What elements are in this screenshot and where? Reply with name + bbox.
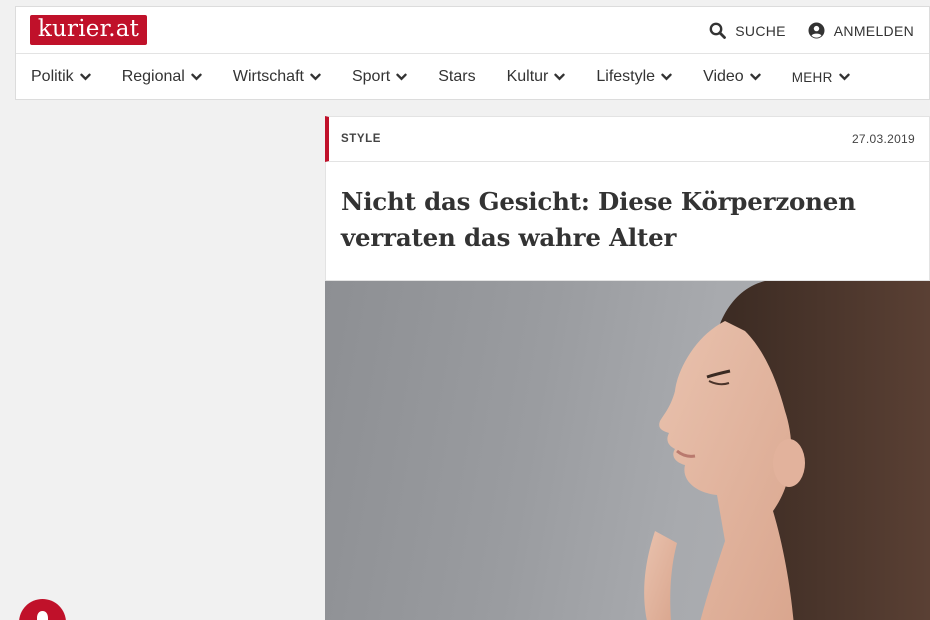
nav-item-label: Regional — [121, 68, 185, 85]
nav-item-regional[interactable]: Regional — [122, 68, 202, 86]
chevron-down-icon — [396, 73, 407, 81]
nav-item-label: Sport — [351, 68, 391, 85]
article-title: Nicht das Gesicht: Diese Körperzonen ver… — [341, 187, 856, 252]
nav-item-label: MEHR — [791, 69, 833, 85]
article-meta: STYLE 27.03.2019 — [325, 116, 930, 162]
article: STYLE 27.03.2019 Nicht das Gesicht: Dies… — [325, 116, 930, 620]
bell-icon — [37, 611, 48, 620]
site-header: kurier.at SUCHE ANMELDEN Politik Regional… — [15, 6, 930, 100]
article-category[interactable]: STYLE — [341, 133, 381, 145]
nav-item-label: Stars — [438, 68, 476, 85]
chevron-down-icon — [838, 73, 850, 81]
chevron-down-icon — [79, 73, 91, 81]
nav-item-wirtschaft[interactable]: Wirtschaft — [233, 68, 321, 86]
chevron-down-icon — [661, 73, 672, 81]
nav-item-label: Lifestyle — [596, 68, 656, 85]
nav-item-politik[interactable]: Politik — [31, 68, 91, 86]
hero-image — [325, 281, 930, 620]
nav-item-label: Politik — [31, 68, 74, 85]
notification-button[interactable] — [19, 599, 66, 620]
chevron-down-icon — [554, 73, 566, 81]
hero-illustration — [644, 281, 930, 620]
header-actions: SUCHE ANMELDEN — [709, 7, 914, 54]
search-label: SUCHE — [735, 22, 786, 39]
login-button[interactable]: ANMELDEN — [808, 22, 914, 39]
article-date: 27.03.2019 — [851, 132, 915, 146]
nav-item-label: Video — [703, 68, 744, 85]
nav-item-stars[interactable]: Stars — [438, 68, 475, 86]
top-bar: kurier.at SUCHE ANMELDEN — [16, 7, 929, 54]
chevron-down-icon — [750, 73, 761, 81]
login-label: ANMELDEN — [833, 22, 914, 39]
nav-item-label: Wirtschaft — [232, 68, 304, 85]
nav-item-lifestyle[interactable]: Lifestyle — [596, 68, 672, 86]
search-button[interactable]: SUCHE — [709, 22, 786, 39]
main-navigation: Politik Regional Wirtschaft Sport Stars Kultu… — [16, 54, 929, 100]
site-logo[interactable]: kurier.at — [30, 15, 147, 45]
nav-item-label: Kultur — [506, 68, 549, 85]
nav-item-kultur[interactable]: Kultur — [507, 68, 566, 86]
search-icon — [709, 22, 727, 39]
nav-item-video[interactable]: Video — [703, 68, 761, 86]
chevron-down-icon — [310, 73, 321, 81]
user-circle-icon — [808, 22, 825, 39]
article-title-box: Nicht das Gesicht: Diese Körperzonen ver… — [325, 162, 930, 281]
chevron-down-icon — [191, 73, 202, 81]
nav-item-sport[interactable]: Sport — [352, 68, 407, 86]
nav-item-mehr[interactable]: MEHR — [792, 70, 850, 85]
